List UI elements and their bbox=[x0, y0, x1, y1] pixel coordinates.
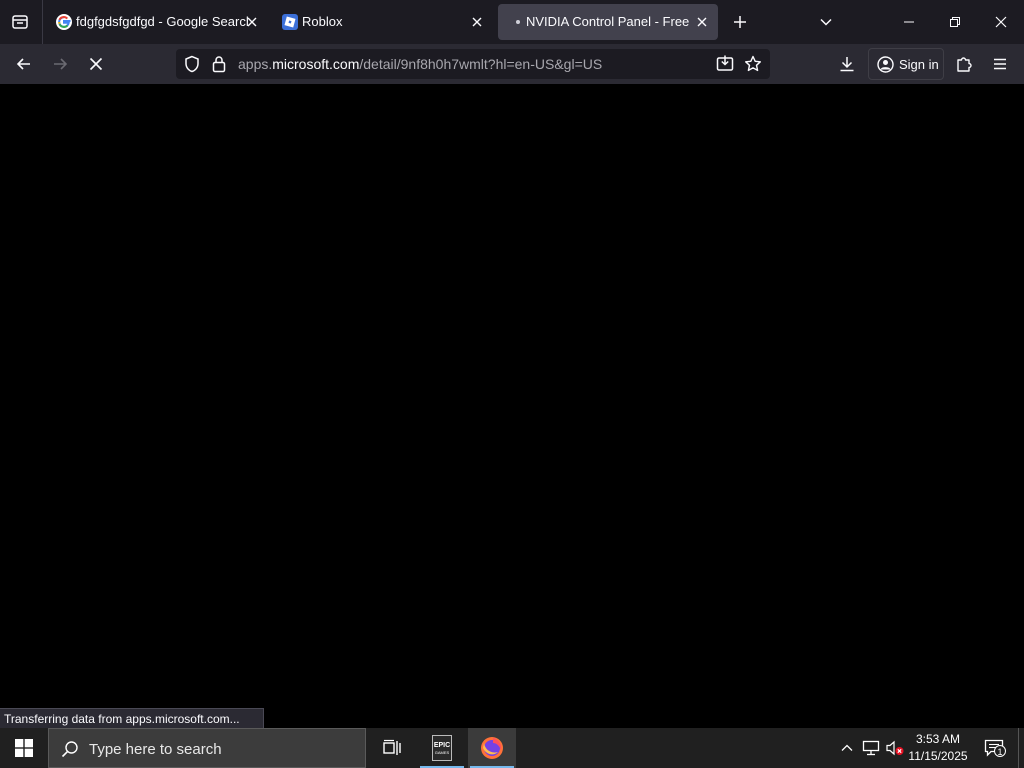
url-path: /detail/9nf8h0h7wmlt?hl=en-US&gl=US bbox=[359, 56, 603, 72]
url-host: microsoft.com bbox=[272, 56, 360, 72]
page-content-area bbox=[0, 84, 1024, 728]
sign-in-label: Sign in bbox=[899, 57, 939, 72]
start-button[interactable] bbox=[0, 728, 48, 768]
address-bar[interactable]: apps.microsoft.com/detail/9nf8h0h7wmlt?h… bbox=[176, 49, 770, 79]
tab-title: Roblox bbox=[302, 14, 343, 29]
epic-label-top: EPIC bbox=[433, 741, 451, 749]
tab-close-button[interactable] bbox=[692, 12, 712, 32]
bookmark-star-icon[interactable] bbox=[744, 55, 762, 73]
downloads-button[interactable] bbox=[831, 48, 863, 80]
tab-strip-divider bbox=[42, 0, 43, 44]
tab-roblox[interactable]: Roblox bbox=[272, 4, 494, 40]
show-desktop-button[interactable] bbox=[1018, 728, 1024, 768]
restore-button[interactable] bbox=[932, 0, 978, 44]
roblox-icon bbox=[282, 14, 298, 30]
arrow-right-icon bbox=[54, 58, 68, 70]
clock-time: 3:53 AM bbox=[915, 732, 961, 746]
windows-taskbar: Type here to search EPIC GAMES 3:53 AM 1… bbox=[0, 728, 1024, 768]
tab-close-button[interactable] bbox=[467, 12, 487, 32]
network-icon bbox=[862, 740, 880, 756]
google-g-icon bbox=[56, 14, 72, 30]
download-icon bbox=[840, 57, 854, 72]
firefox-view-icon bbox=[12, 15, 28, 29]
tracking-protection-icon[interactable] bbox=[184, 55, 200, 73]
status-panel: Transferring data from apps.microsoft.co… bbox=[0, 708, 264, 728]
task-view-icon bbox=[383, 739, 401, 755]
chevron-up-icon bbox=[841, 744, 853, 751]
app-menu-button[interactable] bbox=[984, 48, 1016, 80]
account-icon bbox=[877, 56, 894, 73]
new-tab-button[interactable] bbox=[726, 8, 754, 36]
windows-logo-icon bbox=[15, 739, 33, 757]
system-clock[interactable]: 3:53 AM 11/15/2025 bbox=[906, 731, 970, 765]
list-all-tabs-button[interactable] bbox=[812, 8, 840, 36]
taskbar-firefox[interactable] bbox=[468, 728, 516, 768]
tab-google-search[interactable]: fdgfgdsfgdfgd - Google Search bbox=[46, 4, 268, 40]
minimize-icon bbox=[904, 21, 914, 23]
close-icon bbox=[995, 16, 1007, 28]
arrow-left-icon bbox=[16, 58, 30, 70]
volume-button[interactable] bbox=[885, 738, 905, 758]
hamburger-menu-icon bbox=[994, 58, 1006, 70]
sign-in-button[interactable]: Sign in bbox=[868, 48, 944, 80]
close-icon bbox=[697, 17, 707, 27]
url-prefix: apps. bbox=[238, 56, 273, 72]
firefox-icon bbox=[481, 737, 503, 759]
close-icon bbox=[472, 17, 482, 27]
restore-icon bbox=[950, 17, 960, 27]
tab-title: fdgfgdsfgdfgd - Google Search bbox=[76, 14, 248, 29]
stop-loading-button[interactable] bbox=[80, 48, 112, 80]
minimize-button[interactable] bbox=[886, 0, 932, 44]
install-app-icon[interactable] bbox=[716, 55, 734, 73]
taskbar-search-box[interactable]: Type here to search bbox=[48, 728, 366, 768]
extensions-button[interactable] bbox=[948, 48, 980, 80]
navigation-toolbar: apps.microsoft.com/detail/9nf8h0h7wmlt?h… bbox=[0, 44, 1024, 84]
tab-title: NVIDIA Control Panel - Free download bbox=[526, 14, 692, 29]
lock-icon[interactable] bbox=[212, 55, 226, 73]
tab-strip: fdgfgdsfgdfgd - Google Search Roblox NVI… bbox=[0, 0, 1024, 44]
plus-icon bbox=[734, 16, 746, 28]
tab-nvidia-control-panel[interactable]: NVIDIA Control Panel - Free download bbox=[498, 4, 718, 40]
puzzle-piece-icon bbox=[957, 57, 972, 72]
stop-icon bbox=[89, 57, 103, 71]
close-window-button[interactable] bbox=[978, 0, 1024, 44]
close-icon bbox=[247, 17, 257, 27]
action-center-button[interactable]: 1 bbox=[982, 737, 1006, 759]
epic-label-bottom: GAMES bbox=[434, 749, 450, 755]
epic-games-icon: EPIC GAMES bbox=[432, 735, 452, 761]
show-hidden-icons-button[interactable] bbox=[837, 738, 857, 758]
notification-count-badge: 1 bbox=[994, 745, 1006, 757]
firefox-view-button[interactable] bbox=[8, 10, 32, 34]
taskbar-epic-games[interactable]: EPIC GAMES bbox=[418, 728, 466, 768]
search-icon bbox=[61, 740, 79, 758]
network-button[interactable] bbox=[861, 738, 881, 758]
task-view-button[interactable] bbox=[368, 728, 416, 768]
chevron-down-icon bbox=[820, 18, 832, 26]
clock-date: 11/15/2025 bbox=[908, 749, 968, 763]
back-button[interactable] bbox=[8, 48, 40, 80]
tab-close-button[interactable] bbox=[242, 12, 262, 32]
forward-button[interactable] bbox=[44, 48, 76, 80]
speaker-muted-icon bbox=[886, 740, 904, 756]
url-text[interactable]: apps.microsoft.com/detail/9nf8h0h7wmlt?h… bbox=[238, 56, 602, 72]
search-placeholder: Type here to search bbox=[89, 741, 222, 758]
